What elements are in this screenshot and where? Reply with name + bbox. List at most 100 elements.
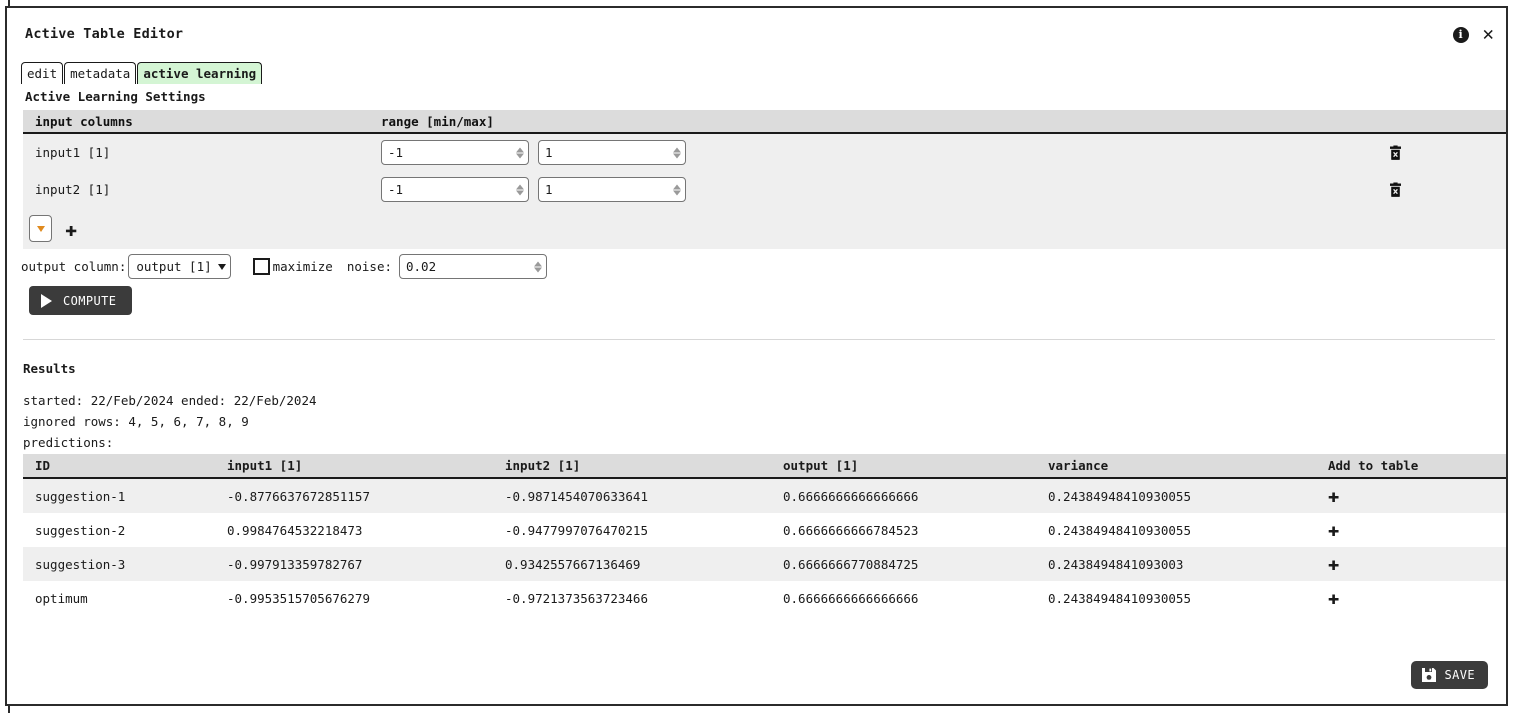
input2-min-field[interactable] — [381, 177, 529, 202]
column-header-add-to-table: Add to table — [1328, 458, 1419, 473]
save-button-label: SAVE — [1444, 668, 1475, 682]
settings-header-range: range [min/max] — [381, 113, 494, 129]
add-to-table-button[interactable]: ✚ — [1328, 586, 1340, 609]
plus-icon: ✚ — [1328, 552, 1340, 575]
cell-input1: -0.8776637672851157 — [227, 488, 370, 504]
settings-header-row: input columns range [min/max] — [23, 110, 1506, 134]
predictions-header-row: ID input1 [1] input2 [1] output [1] vari… — [23, 454, 1506, 479]
compute-button-label: COMPUTE — [63, 293, 117, 308]
plus-icon: ✚ — [1328, 518, 1340, 541]
compute-button[interactable]: COMPUTE — [29, 286, 133, 315]
column-select-dropdown[interactable] — [29, 215, 52, 242]
title-bar-actions: i ✕ — [1452, 25, 1494, 44]
input2-max-input[interactable] — [539, 178, 685, 201]
add-column-row: ✚ — [23, 208, 1506, 249]
active-table-editor-dialog: Active Table Editor i ✕ edit metadata ac… — [5, 6, 1508, 706]
play-icon — [41, 293, 52, 308]
input1-min-stepper[interactable] — [516, 147, 524, 158]
settings-row-input2: input2 [1] — [23, 171, 1506, 208]
input1-max-input[interactable] — [539, 141, 685, 164]
tab-metadata[interactable]: metadata — [64, 62, 137, 84]
input2-min-input[interactable] — [382, 178, 528, 201]
add-to-table-button[interactable]: ✚ — [1328, 552, 1340, 575]
cell-input1: -0.997913359782767 — [227, 556, 363, 572]
column-header-output: output [1] — [783, 458, 859, 473]
save-button[interactable]: SAVE — [1410, 661, 1488, 689]
output-column-label: output column: — [21, 259, 127, 274]
cell-id: optimum — [35, 590, 88, 606]
noise-label: noise: — [346, 259, 392, 274]
info-icon[interactable]: i — [1452, 26, 1469, 43]
cell-output: 0.6666666666784523 — [783, 522, 919, 538]
cell-variance: 0.24384948410930055 — [1048, 590, 1191, 606]
chevron-down-icon — [217, 263, 226, 270]
plus-icon: ✚ — [65, 216, 78, 241]
trash-icon — [1390, 145, 1401, 160]
cell-input2: 0.9342557667136469 — [505, 556, 641, 572]
section-divider — [23, 339, 1495, 340]
cell-input2: -0.9477997076470215 — [505, 522, 648, 538]
cell-variance: 0.24384948410930055 — [1048, 522, 1191, 538]
output-column-select[interactable]: output [1] — [128, 254, 231, 279]
column-header-variance: variance — [1048, 458, 1109, 473]
delete-input2-button[interactable] — [1389, 182, 1402, 197]
tab-edit[interactable]: edit — [21, 62, 64, 84]
settings-row-label: input2 [1] — [35, 182, 111, 197]
results-ignored-rows: ignored rows: 4, 5, 6, 7, 8, 9 — [23, 414, 249, 429]
column-header-id: ID — [35, 458, 51, 473]
maximize-checkbox[interactable] — [252, 258, 270, 275]
cell-output: 0.6666666770884725 — [783, 556, 919, 572]
add-to-table-button[interactable]: ✚ — [1328, 486, 1339, 506]
table-row: optimum -0.9953515705676279 -0.972137356… — [23, 581, 1506, 615]
noise-field[interactable] — [399, 254, 547, 279]
table-row: suggestion-1 -0.8776637672851157 -0.9871… — [23, 479, 1506, 513]
cell-id: suggestion-2 — [35, 522, 126, 538]
cell-output: 0.6666666666666666 — [783, 590, 919, 606]
input1-max-stepper[interactable] — [673, 147, 681, 158]
floppy-disk-icon — [1421, 668, 1436, 682]
settings-header-input-columns: input columns — [35, 113, 133, 129]
page-title: Active Table Editor — [25, 26, 184, 42]
cell-id: suggestion-3 — [35, 556, 126, 572]
chevron-down-icon — [36, 225, 45, 232]
tab-bar: edit metadata active learning — [21, 62, 263, 84]
input1-min-field[interactable] — [381, 140, 529, 165]
output-column-value: output [1] — [136, 259, 212, 274]
input2-min-stepper[interactable] — [516, 184, 524, 195]
results-title: Results — [23, 361, 76, 376]
plus-icon: ✚ — [1328, 586, 1340, 609]
output-settings-row: output column: output [1] maximize noise… — [21, 254, 547, 279]
input2-max-stepper[interactable] — [673, 184, 681, 195]
cell-input2: -0.9871454070633641 — [505, 488, 648, 504]
settings-row-input1: input1 [1] — [23, 134, 1506, 171]
table-row: suggestion-2 0.9984764532218473 -0.94779… — [23, 513, 1506, 547]
cell-variance: 0.24384948410930055 — [1048, 488, 1191, 504]
close-icon[interactable]: ✕ — [1483, 25, 1494, 44]
input1-max-field[interactable] — [538, 140, 686, 165]
input2-max-field[interactable] — [538, 177, 686, 202]
delete-input1-button[interactable] — [1389, 145, 1402, 160]
tab-active-learning[interactable]: active learning — [137, 62, 263, 84]
noise-input[interactable] — [400, 255, 546, 278]
screen: Active Table Editor i ✕ edit metadata ac… — [0, 0, 1520, 713]
results-predictions-label: predictions: — [23, 435, 114, 450]
noise-stepper[interactable] — [534, 261, 542, 272]
results-timestamps: started: 22/Feb/2024 ended: 22/Feb/2024 — [23, 393, 317, 408]
input1-min-input[interactable] — [382, 141, 528, 164]
add-to-table-button[interactable]: ✚ — [1328, 518, 1340, 541]
add-column-button[interactable]: ✚ — [65, 219, 77, 239]
settings-row-label: input1 [1] — [35, 145, 111, 160]
title-bar: Active Table Editor i ✕ — [7, 8, 1506, 52]
trash-icon — [1390, 182, 1401, 197]
settings-section-title: Active Learning Settings — [25, 89, 206, 104]
maximize-label: maximize — [272, 259, 333, 274]
cell-input1: -0.9953515705676279 — [227, 590, 370, 606]
table-row: suggestion-3 -0.997913359782767 0.934255… — [23, 547, 1506, 581]
predictions-table: ID input1 [1] input2 [1] output [1] vari… — [23, 454, 1506, 615]
cell-id: suggestion-1 — [35, 488, 126, 504]
cell-input1: 0.9984764532218473 — [227, 522, 363, 538]
cell-input2: -0.9721373563723466 — [505, 590, 648, 606]
cell-variance: 0.2438494841093003 — [1048, 556, 1184, 572]
cell-output: 0.6666666666666666 — [783, 488, 919, 504]
active-learning-settings-table: input columns range [min/max] input1 [1] — [23, 110, 1506, 249]
